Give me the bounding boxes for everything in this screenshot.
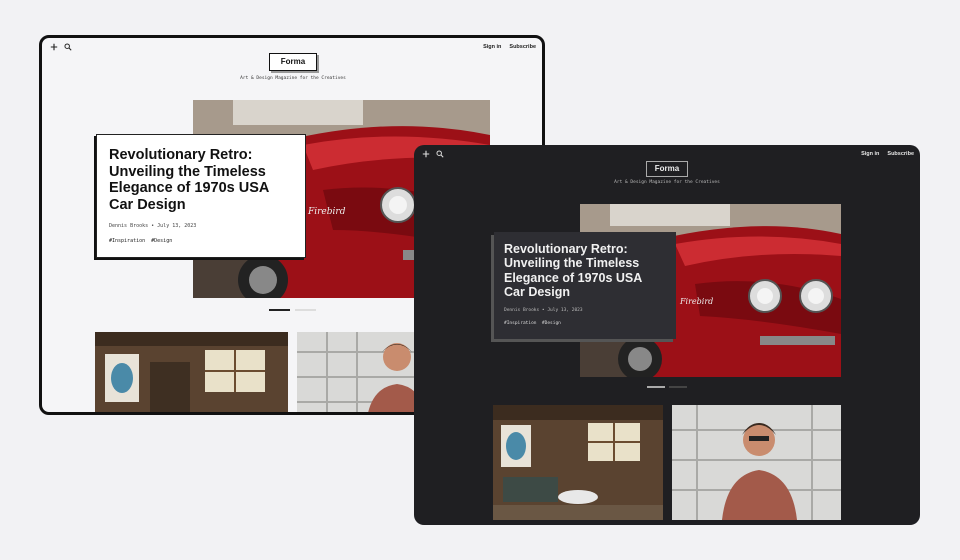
carousel-dot-active[interactable] [269,309,290,311]
top-left-icons [50,43,72,51]
hero-card[interactable]: Revolutionary Retro: Unveiling the Timel… [494,232,676,339]
plus-icon[interactable] [50,43,58,51]
site-tagline: Art & Design Magazine for the Creatives [614,180,720,185]
hero-tags[interactable]: #Inspiration #Design [504,321,666,326]
carousel-dot[interactable] [295,309,316,311]
hero-title[interactable]: Revolutionary Retro: Unveiling the Timel… [109,147,293,214]
hero-meta: Dennis Brooks • July 13, 2023 [504,307,583,313]
site-logo[interactable]: Forma [269,53,317,71]
interior-photo [95,332,288,412]
top-left-icons [422,150,444,158]
account-links: Sign in Subscribe [861,151,914,157]
article-thumb-interior[interactable] [95,332,288,412]
car-badge-text: Firebird [679,297,713,306]
site-tagline: Art & Design Magazine for the Creatives [240,76,346,81]
search-icon[interactable] [436,150,444,158]
sign-in-link[interactable]: Sign in [483,44,501,50]
hero-title[interactable]: Revolutionary Retro: Unveiling the Timel… [504,242,666,300]
subscribe-link[interactable]: Subscribe [509,44,536,50]
hero-meta: Dennis Brooks • July 13, 2023 [109,222,197,229]
interior-photo [493,405,663,520]
sign-in-link[interactable]: Sign in [861,151,879,157]
hero-tags[interactable]: #Inspiration #Design [109,238,293,244]
portrait-photo [672,405,841,520]
account-links: Sign in Subscribe [483,44,536,50]
plus-icon[interactable] [422,150,430,158]
car-badge-text: Firebird [307,207,346,217]
article-thumb-portrait[interactable] [672,405,841,520]
site-logo[interactable]: Forma [646,161,688,177]
subscribe-link[interactable]: Subscribe [887,151,914,157]
carousel-dot-active[interactable] [647,386,665,388]
article-thumb-interior[interactable] [493,405,663,520]
search-icon[interactable] [64,43,72,51]
dark-theme-frame: Sign in Subscribe Forma Art & Design Mag… [414,145,920,525]
hero-card[interactable]: Revolutionary Retro: Unveiling the Timel… [96,134,306,258]
carousel-dot[interactable] [669,386,687,388]
